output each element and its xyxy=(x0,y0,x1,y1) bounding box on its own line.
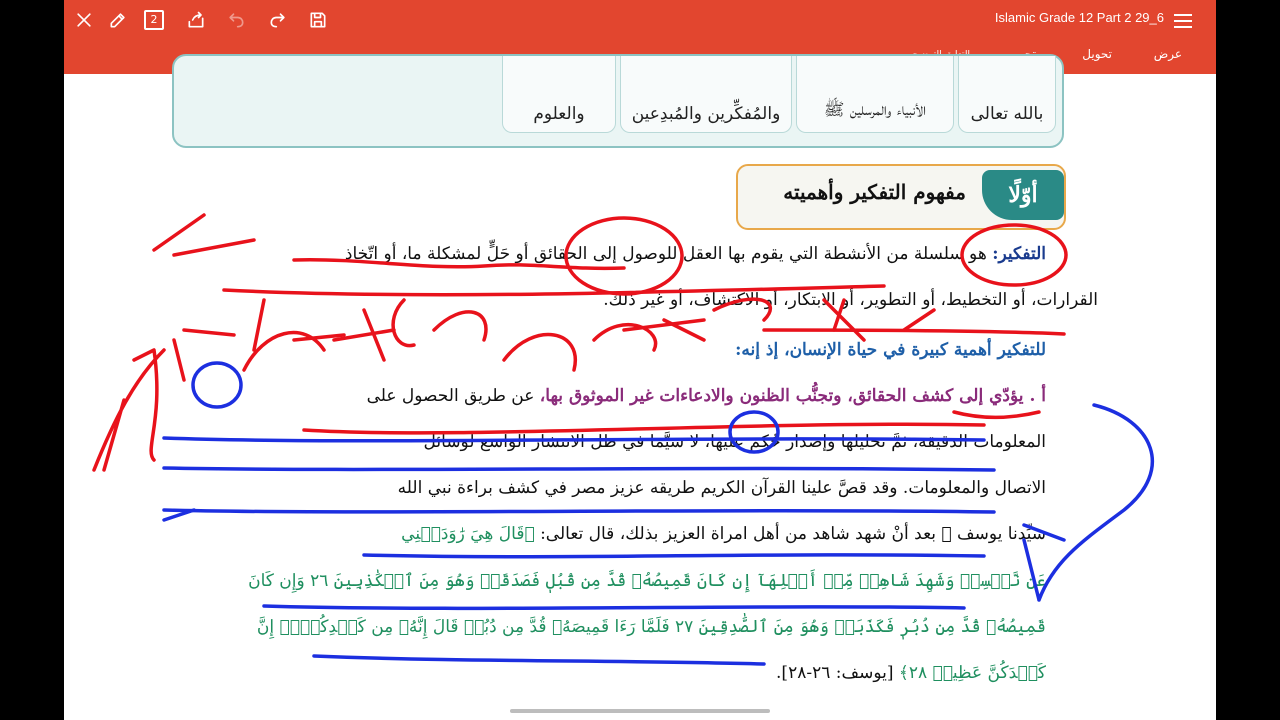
undo-icon[interactable] xyxy=(222,6,250,34)
text-span: سيِّدنا يوسف ﷺ بعد أنْ شهد شاهد من أهل ا… xyxy=(540,524,1046,544)
redo-icon[interactable] xyxy=(264,6,292,34)
verse-reference: [يوسف: ٢٦-٢٨]. xyxy=(776,663,899,683)
document-title: Islamic Grade 12 Part 2 29_6 xyxy=(994,10,1164,25)
page-icon[interactable]: 2 xyxy=(140,6,168,34)
pen-icon[interactable] xyxy=(104,6,132,34)
point-text: عن طريق الحصول على xyxy=(366,386,540,406)
text-line: سيِّدنا يوسف ﷺ بعد أنْ شهد شاهد من أهل ا… xyxy=(401,524,1046,544)
definition-text: هو سلسلة من الأنشطة التي يقوم بها العقل … xyxy=(344,244,993,264)
point-a-line: أ . يؤدّي إلى كشف الحقائق، وتجنُّب الظنو… xyxy=(367,386,1046,406)
page-number-badge: 2 xyxy=(144,10,164,30)
close-icon[interactable] xyxy=(70,6,98,34)
quran-line: قَمِيصُهُۥ قُدَّ مِن دُبُرٖ فَكَذَبَتۡ و… xyxy=(256,617,1046,637)
summary-cell: الأنبياء والمرسلين ﷺ xyxy=(796,56,954,133)
quran-text: ﴿قَالَ هِيَ رَٰوَدَتۡنِي xyxy=(401,524,541,544)
summary-cell: والمُفكِّرين والمُبدِعين xyxy=(620,56,792,133)
pdf-reader-app: 2 Islamic Grade 12 Part 2 29_6 عرض تحويل… xyxy=(64,0,1216,720)
document-page: بالله تعالى الأنبياء والمرسلين ﷺ والمُفك… xyxy=(64,54,1216,720)
importance-heading: للتفكير أهمية كبيرة في حياة الإنسان، إذ … xyxy=(735,340,1046,360)
point-letter: أ . xyxy=(1029,386,1046,406)
menu-icon[interactable] xyxy=(1172,10,1194,32)
point-highlight: يؤدّي إلى كشف الحقائق، وتجنُّب الظنون وا… xyxy=(539,386,1030,406)
text-line: الاتصال والمعلومات. وقد قصَّ علينا القرآ… xyxy=(397,478,1046,498)
quran-line: عَن نَّفۡسِيۚ وَشَهِدَ شَاهِدٞ مِّنۡ أَه… xyxy=(248,571,1046,591)
text-line: المعلومات الدقيقة، ثمَّ تحليلها وإصدار ح… xyxy=(423,432,1046,452)
home-indicator xyxy=(510,709,770,713)
quran-line: كَيۡدَكُنَّ عَظِيمٞ ٢٨﴾ [يوسف: ٢٦-٢٨]. xyxy=(776,662,1046,683)
top-summary-box: بالله تعالى الأنبياء والمرسلين ﷺ والمُفك… xyxy=(172,54,1064,148)
share-icon[interactable] xyxy=(182,6,210,34)
text-line: التفكير: هو سلسلة من الأنشطة التي يقوم ب… xyxy=(345,244,1046,264)
tab-view[interactable]: عرض xyxy=(1154,47,1182,61)
quran-text: كَيۡدَكُنَّ عَظِيمٞ ٢٨﴾ xyxy=(898,663,1046,683)
section-title: مفهوم التفكير وأهميته xyxy=(783,180,966,204)
tab-convert[interactable]: تحويل xyxy=(1082,47,1112,61)
section-heading: أوّلًا مفهوم التفكير وأهميته xyxy=(736,164,1066,230)
term-label: التفكير: xyxy=(992,244,1046,264)
summary-cell: بالله تعالى xyxy=(958,56,1056,133)
summary-cell: والعلوم xyxy=(502,56,616,133)
section-number-badge: أوّلًا xyxy=(982,170,1064,220)
save-icon[interactable] xyxy=(304,6,332,34)
text-line: القرارات، أو التخطيط، أو التطوير، أو الا… xyxy=(603,290,1098,310)
